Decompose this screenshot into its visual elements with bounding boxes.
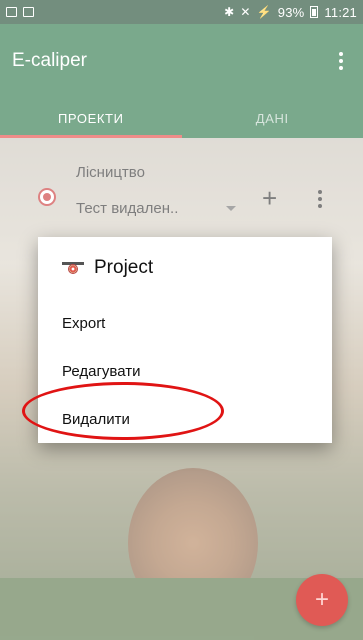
dialog-header: Project [38,237,332,299]
caliper-icon [62,259,84,277]
app-root: ✱ ✕ ⚡ 93% 11:21 E-caliper ПРОЕКТИ ДАНІ Л… [0,0,363,640]
menu-item-export[interactable]: Export [38,299,332,347]
caliper-target [68,264,78,274]
add-fab-button[interactable]: + [296,574,348,626]
dialog-title: Project [94,257,154,278]
red-highlight-ellipse [22,382,224,440]
